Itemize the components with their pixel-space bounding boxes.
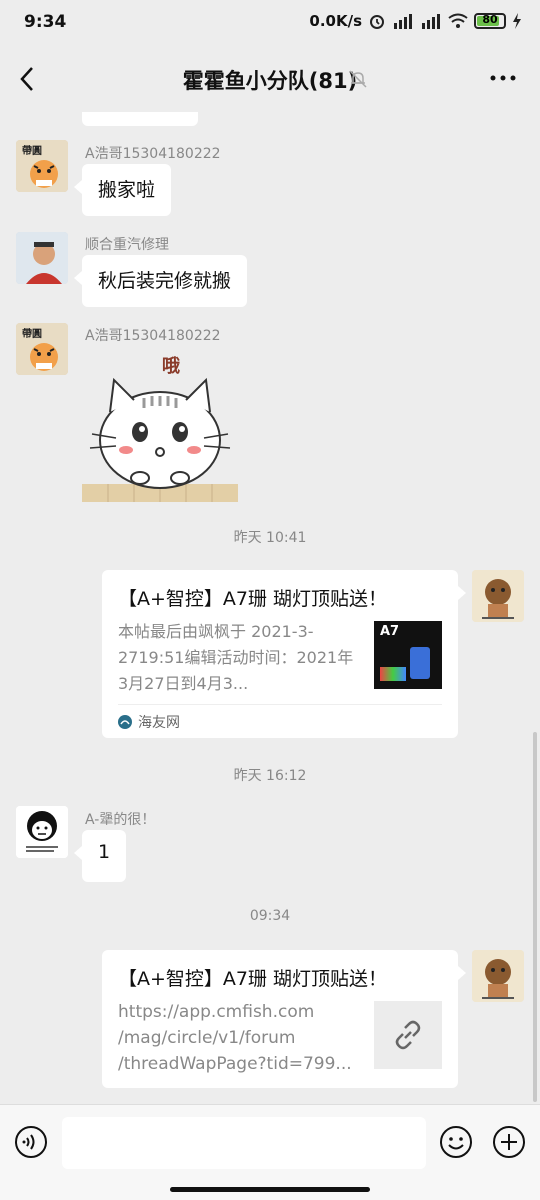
battery-icon: 80	[474, 13, 506, 29]
sticker-text: 哦	[162, 356, 180, 377]
network-speed: 0.0K/s	[309, 12, 362, 30]
sender-name: 顺合重汽修理	[85, 237, 169, 253]
emoji-icon[interactable]	[439, 1125, 473, 1159]
voice-input-icon[interactable]	[14, 1125, 48, 1159]
tiger-avatar-icon: 帶圓	[16, 323, 68, 375]
scrollbar[interactable]	[533, 732, 537, 1102]
timestamp: 09:34	[249, 908, 291, 924]
card-source-label: 海友网	[138, 714, 180, 731]
avatar[interactable]: 帶圓	[16, 323, 68, 375]
meme-avatar-icon	[16, 806, 68, 858]
thumbnail-text: A7	[380, 624, 400, 639]
person-avatar-icon	[16, 232, 68, 284]
avatar[interactable]	[16, 806, 68, 858]
link-card[interactable]: 【A+智控】A7珊 瑚灯顶贴送！ 本帖最后由飒枫于 2021-3-2719:51…	[102, 570, 466, 738]
card-description: 本帖最后由飒枫于 2021-3-2719:51编辑活动时间：2021年3月27日…	[118, 622, 354, 693]
previous-message-bubble[interactable]	[82, 112, 198, 126]
battery-level: 80	[482, 13, 498, 26]
avatar[interactable]	[16, 232, 68, 284]
signal-icon-2	[422, 14, 440, 29]
charging-icon	[513, 13, 521, 29]
chat-header: 霍霍鱼小分队(81)	[0, 46, 540, 112]
link-card[interactable]: 【A+智控】A7珊 瑚灯顶贴送！ https://app.cmfish.com …	[102, 950, 466, 1088]
timestamp: 昨天 10:41	[233, 530, 307, 546]
source-logo-icon	[118, 714, 132, 729]
link-icon	[395, 1020, 421, 1050]
plus-icon[interactable]	[492, 1125, 526, 1159]
card-source: 海友网	[118, 704, 442, 738]
alarm-icon	[370, 15, 384, 29]
card-thumbnail: A7	[374, 621, 442, 689]
svg-text:帶圓: 帶圓	[22, 328, 42, 340]
timestamp: 昨天 16:12	[233, 768, 307, 784]
dog-avatar-icon	[472, 570, 524, 622]
link-thumbnail	[374, 1001, 442, 1069]
status-bar: 9:34 0.0K/s 80	[0, 0, 540, 46]
card-title: 【A+智控】A7珊 瑚灯顶贴送！	[118, 968, 388, 990]
card-title: 【A+智控】A7珊 瑚灯顶贴送！	[118, 588, 388, 610]
chat-title: 霍霍鱼小分队(81)	[182, 69, 358, 93]
sender-name: A-犟的很！	[85, 812, 156, 828]
input-bar	[0, 1104, 540, 1200]
message-bubble[interactable]: 秋后装完修就搬	[73, 255, 248, 307]
message-bubble[interactable]: 1	[73, 830, 127, 882]
tiger-avatar-icon: 帶圓	[16, 140, 68, 192]
cat-sticker[interactable]: 哦	[82, 350, 238, 502]
my-avatar[interactable]	[472, 950, 524, 1002]
status-time: 9:34	[24, 12, 67, 32]
signal-icon	[394, 14, 412, 29]
home-indicator[interactable]	[170, 1187, 370, 1192]
chat-messages[interactable]: 帶圓 A浩哥15304180222 搬家啦 顺合重汽修理 秋后装完修就搬 帶圓 …	[0, 112, 540, 1104]
more-options-icon[interactable]	[488, 68, 518, 88]
dog-avatar-icon	[472, 950, 524, 1002]
sender-name: A浩哥15304180222	[85, 328, 221, 344]
muted-bell-icon	[349, 70, 367, 88]
message-input[interactable]	[62, 1117, 426, 1169]
sender-name: A浩哥15304180222	[85, 146, 221, 162]
status-icons: 0.0K/s 80	[309, 12, 522, 30]
my-avatar[interactable]	[472, 570, 524, 622]
svg-text:帶圓: 帶圓	[22, 145, 42, 157]
message-bubble[interactable]: 搬家啦	[73, 164, 172, 216]
wifi-icon	[448, 13, 468, 28]
card-description: https://app.cmfish.com /mag/circle/v1/fo…	[118, 1002, 352, 1074]
avatar[interactable]: 帶圓	[16, 140, 68, 192]
